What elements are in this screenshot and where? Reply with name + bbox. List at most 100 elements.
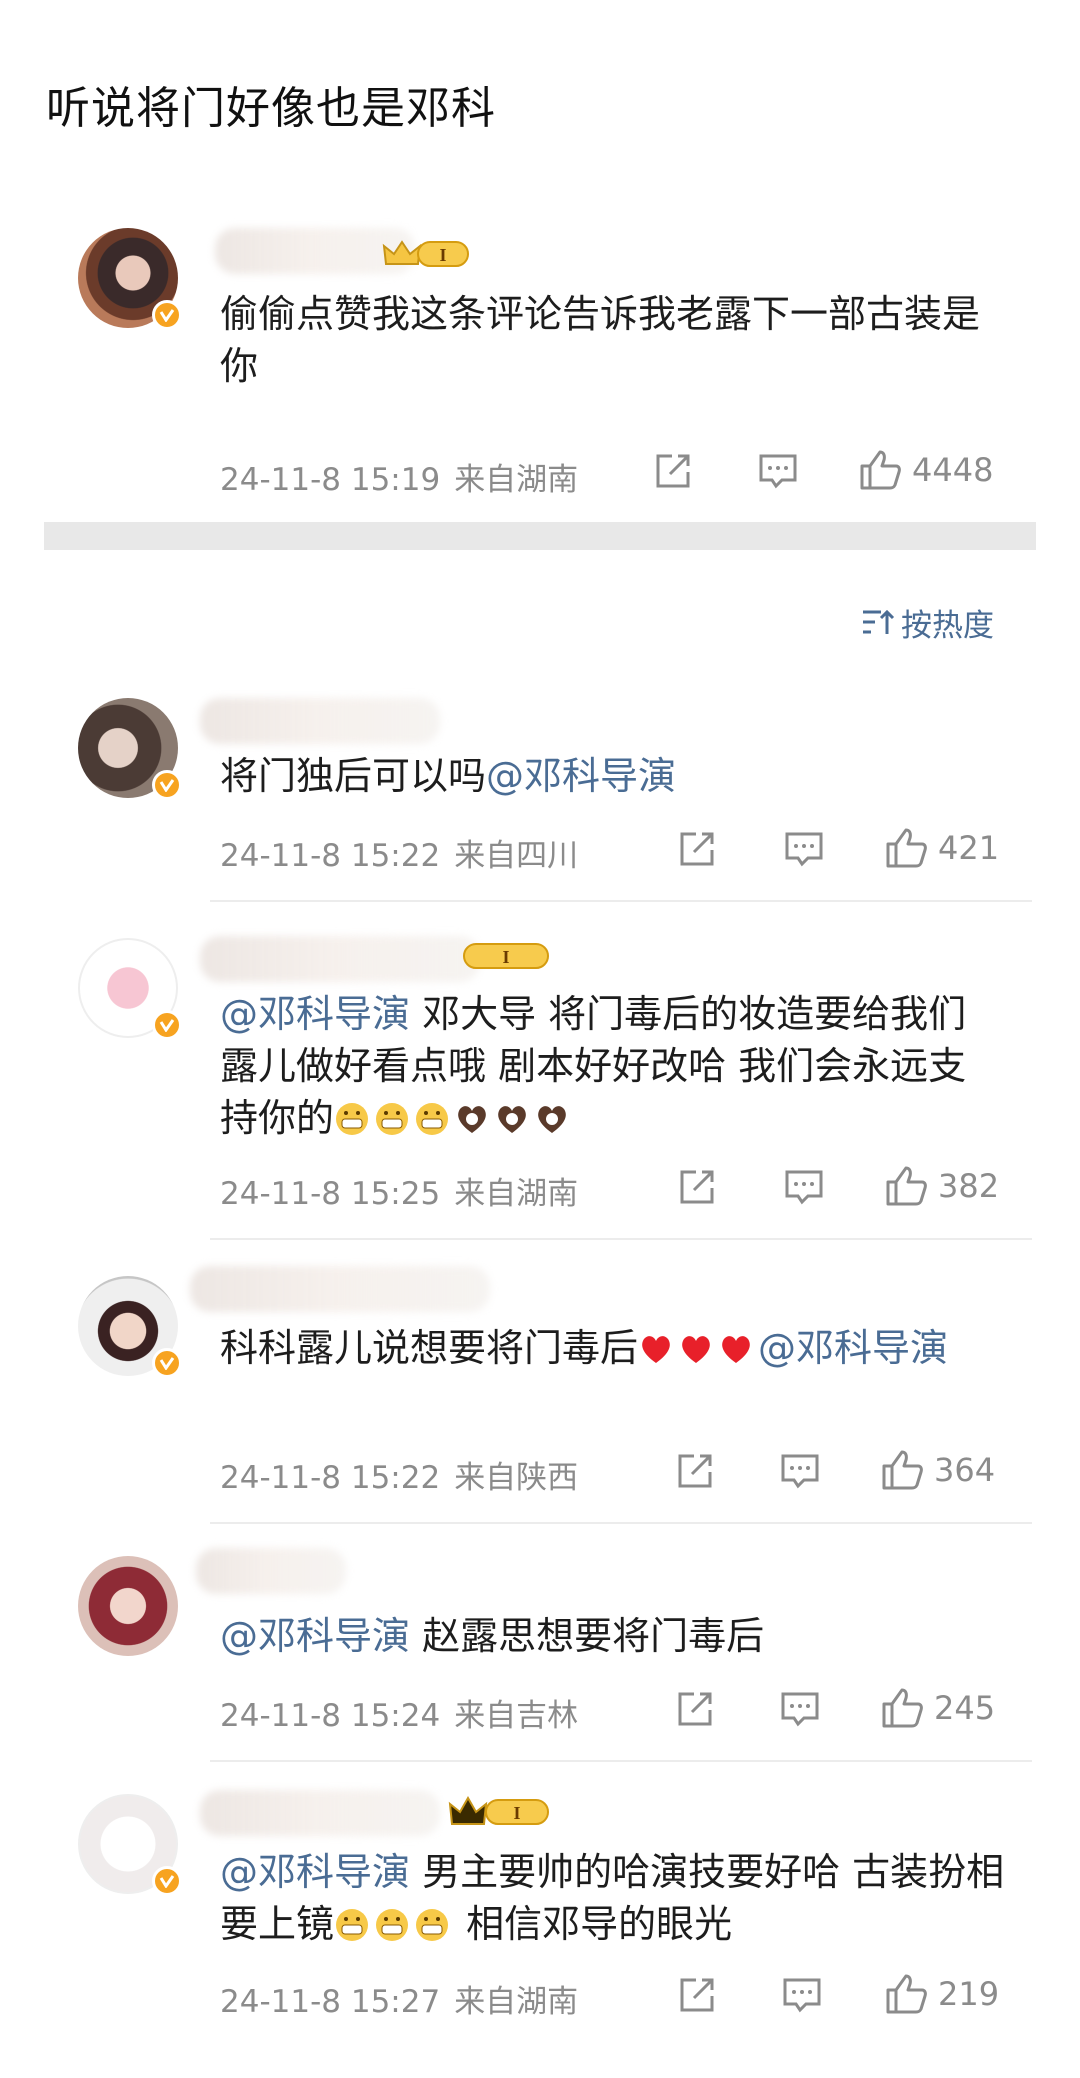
- share-button[interactable]: [676, 1452, 714, 1490]
- avatar[interactable]: [78, 228, 182, 330]
- share-icon: [680, 1170, 714, 1204]
- verified-badge-icon: [152, 300, 182, 330]
- avatar[interactable]: [78, 1556, 178, 1656]
- comment-icon: [781, 1692, 819, 1727]
- comment-text: @邓科导演 邓大导 将门毒后的妆造要给我们露儿做好看点哦 剧本好好改哈 我们会永…: [220, 988, 1000, 1144]
- comment-location: 来自陕西: [454, 1460, 579, 1496]
- like-button[interactable]: 364: [880, 1448, 995, 1492]
- like-button[interactable]: 421: [884, 826, 999, 870]
- verified-badge-icon: [152, 1348, 182, 1378]
- comment-button[interactable]: [784, 830, 824, 868]
- verified-badge-icon: [152, 1010, 182, 1040]
- comment-button[interactable]: [784, 1168, 824, 1206]
- comment-location: 来自湖南: [454, 462, 579, 498]
- section-divider: [44, 522, 1036, 550]
- username-blurred[interactable]: [200, 698, 440, 744]
- like-icon: [886, 828, 927, 868]
- divider: [210, 1760, 1032, 1762]
- comment-location: 来自湖南: [454, 1984, 579, 2020]
- share-button[interactable]: [676, 1690, 714, 1728]
- heart-emoji-row: [638, 1326, 758, 1370]
- username-blurred[interactable]: [200, 1790, 440, 1836]
- comment-time: 24-11-8 15:25: [220, 1176, 441, 1212]
- share-icon: [678, 1454, 712, 1488]
- comment-button[interactable]: [758, 452, 798, 490]
- comment-text: @邓科导演 赵露思想要将门毒后: [220, 1610, 1020, 1662]
- like-count: 364: [934, 1451, 996, 1489]
- username-blurred[interactable]: [190, 1266, 490, 1312]
- mention-link[interactable]: @邓科导演: [220, 1850, 410, 1894]
- comment-time: 24-11-8 15:27: [220, 1984, 441, 2020]
- like-button[interactable]: 245: [880, 1686, 995, 1730]
- sort-icon: [863, 609, 895, 634]
- comment-button[interactable]: [780, 1452, 820, 1490]
- comment-button[interactable]: [782, 1976, 822, 2014]
- brown-heart-icon: [538, 1106, 566, 1133]
- share-icon: [678, 1692, 712, 1726]
- comment-meta: 24-11-8 15:24 来自吉林: [220, 1690, 578, 1735]
- comment-text: @邓科导演 男主要帅的哈演技要好哈 古装扮相要上镜 相信邓导的眼光: [220, 1846, 1010, 1950]
- like-button[interactable]: 4448: [858, 448, 993, 492]
- like-count: 4448: [912, 451, 994, 489]
- grin-emoji-icon: [416, 1909, 449, 1941]
- comment-text: 偷偷点赞我这条评论告诉我老露下一部古装是你: [220, 292, 981, 388]
- mention-link[interactable]: @邓科导演: [486, 754, 676, 798]
- share-button[interactable]: [678, 1976, 716, 2014]
- comment-meta: 24-11-8 15:19 来自湖南: [220, 454, 578, 499]
- vip-crown-icon: I: [382, 240, 469, 267]
- red-heart-icon: [722, 1336, 750, 1363]
- share-icon: [680, 1978, 714, 2012]
- mention-link[interactable]: @邓科导演: [758, 1326, 948, 1370]
- comment-icon: [781, 1454, 819, 1489]
- verified-badge-icon: [152, 1866, 182, 1896]
- share-icon: [656, 454, 690, 488]
- share-button[interactable]: [678, 830, 716, 868]
- comment-meta: 24-11-8 15:25 来自湖南: [220, 1168, 578, 1213]
- like-button[interactable]: 382: [884, 1164, 999, 1208]
- avatar[interactable]: [78, 698, 182, 800]
- grin-emoji-icon: [376, 1909, 409, 1941]
- comment-body: 将门独后可以吗: [220, 754, 487, 798]
- comment-location: 来自湖南: [454, 1176, 579, 1212]
- vip-crown-icon: I: [463, 943, 549, 969]
- grin-emoji-icon: [376, 1103, 409, 1135]
- comment-meta: 24-11-8 15:27 来自湖南: [220, 1976, 578, 2021]
- like-icon: [882, 1450, 923, 1490]
- comment-meta: 24-11-8 15:22 来自陕西: [220, 1452, 578, 1497]
- comment-time: 24-11-8 15:22: [220, 1460, 441, 1496]
- avatar[interactable]: [78, 938, 182, 1040]
- like-button[interactable]: 219: [884, 1972, 999, 2016]
- username-blurred[interactable]: [196, 1548, 346, 1594]
- emoji-row: [334, 1902, 454, 1946]
- comment-body: 赵露思想要将门毒后: [410, 1614, 765, 1658]
- emoji-row: [334, 1096, 574, 1140]
- comment-icon: [785, 832, 823, 867]
- comment-body: 科科露儿说想要将门毒后: [220, 1326, 639, 1370]
- comment-text: 将门独后可以吗@邓科导演: [220, 750, 1020, 802]
- mention-link[interactable]: @邓科导演: [220, 1614, 410, 1658]
- comment-body-tail: 相信邓导的眼光: [454, 1902, 733, 1946]
- svg-text:I: I: [502, 947, 509, 967]
- red-heart-icon: [642, 1336, 670, 1363]
- vip-crown-icon: I: [448, 1795, 549, 1825]
- grin-emoji-icon: [336, 1909, 369, 1941]
- comment-icon: [783, 1978, 821, 2013]
- comment-time: 24-11-8 15:19: [220, 462, 441, 498]
- comment-button[interactable]: [780, 1690, 820, 1728]
- brown-heart-icon: [498, 1106, 526, 1133]
- sort-by-hot-button[interactable]: 按热度: [861, 600, 994, 645]
- comment-time: 24-11-8 15:22: [220, 838, 441, 874]
- username-blurred[interactable]: [200, 936, 480, 982]
- share-button[interactable]: [678, 1168, 716, 1206]
- comment-meta: 24-11-8 15:22 来自四川: [220, 830, 578, 875]
- red-heart-icon: [682, 1336, 710, 1363]
- like-icon: [860, 450, 901, 490]
- comment-icon: [759, 454, 797, 489]
- grin-emoji-icon: [416, 1103, 449, 1135]
- like-count: 219: [938, 1975, 1000, 2013]
- avatar[interactable]: [78, 1276, 182, 1378]
- sort-label: 按热度: [901, 608, 994, 644]
- share-button[interactable]: [654, 452, 692, 490]
- mention-link[interactable]: @邓科导演: [220, 992, 410, 1036]
- avatar[interactable]: [78, 1794, 182, 1896]
